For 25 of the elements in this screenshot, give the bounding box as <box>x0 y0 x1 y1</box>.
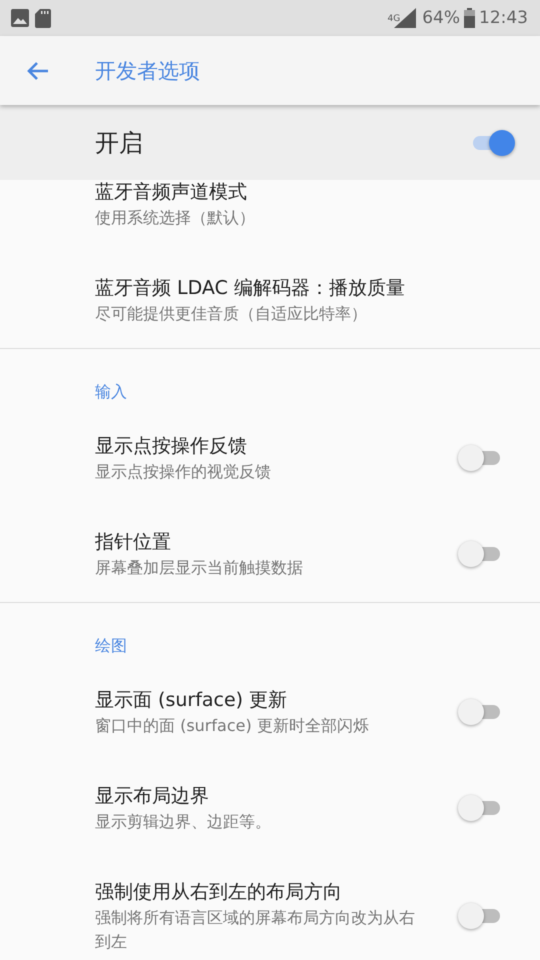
setting-summary: 强制将所有语言区域的屏幕布局方向改为从右到左 <box>95 907 416 953</box>
section-header: 输入 <box>94 381 128 403</box>
setting-title: 强制使用从右到左的布局方向 <box>95 880 343 905</box>
master-switch-label: 开启 <box>95 128 143 158</box>
setting-summary: 屏幕叠加层显示当前触摸数据 <box>95 557 304 579</box>
setting-summary: 显示剪辑边界、边距等。 <box>95 811 272 833</box>
setting-title: 显示面 (surface) 更新 <box>95 688 288 713</box>
network-type: 4G <box>388 14 400 24</box>
setting-summary: 使用系统选择（默认） <box>95 207 256 229</box>
section-header: 绘图 <box>94 635 128 657</box>
setting-title: 显示布局边界 <box>95 784 210 809</box>
image-icon <box>11 9 29 27</box>
battery-icon <box>464 8 475 28</box>
setting-title: 蓝牙音频声道模式 <box>95 180 248 205</box>
back-arrow-icon <box>27 60 49 80</box>
screen-title: 开发者选项 <box>95 58 200 84</box>
battery-percent: 64% <box>422 8 460 28</box>
clock: 12:43 <box>479 8 528 28</box>
setting-summary: 显示点按操作的视觉反馈 <box>95 461 272 483</box>
setting-title: 指针位置 <box>95 530 172 555</box>
setting-summary: 窗口中的面 (surface) 更新时全部闪烁 <box>95 715 370 737</box>
setting-title: 显示点按操作反馈 <box>95 434 248 459</box>
setting-title: 蓝牙音频 LDAC 编解码器：播放质量 <box>95 276 406 301</box>
sd-card-icon <box>35 8 51 28</box>
setting-summary: 尽可能提供更佳音质（自适应比特率） <box>95 303 368 325</box>
